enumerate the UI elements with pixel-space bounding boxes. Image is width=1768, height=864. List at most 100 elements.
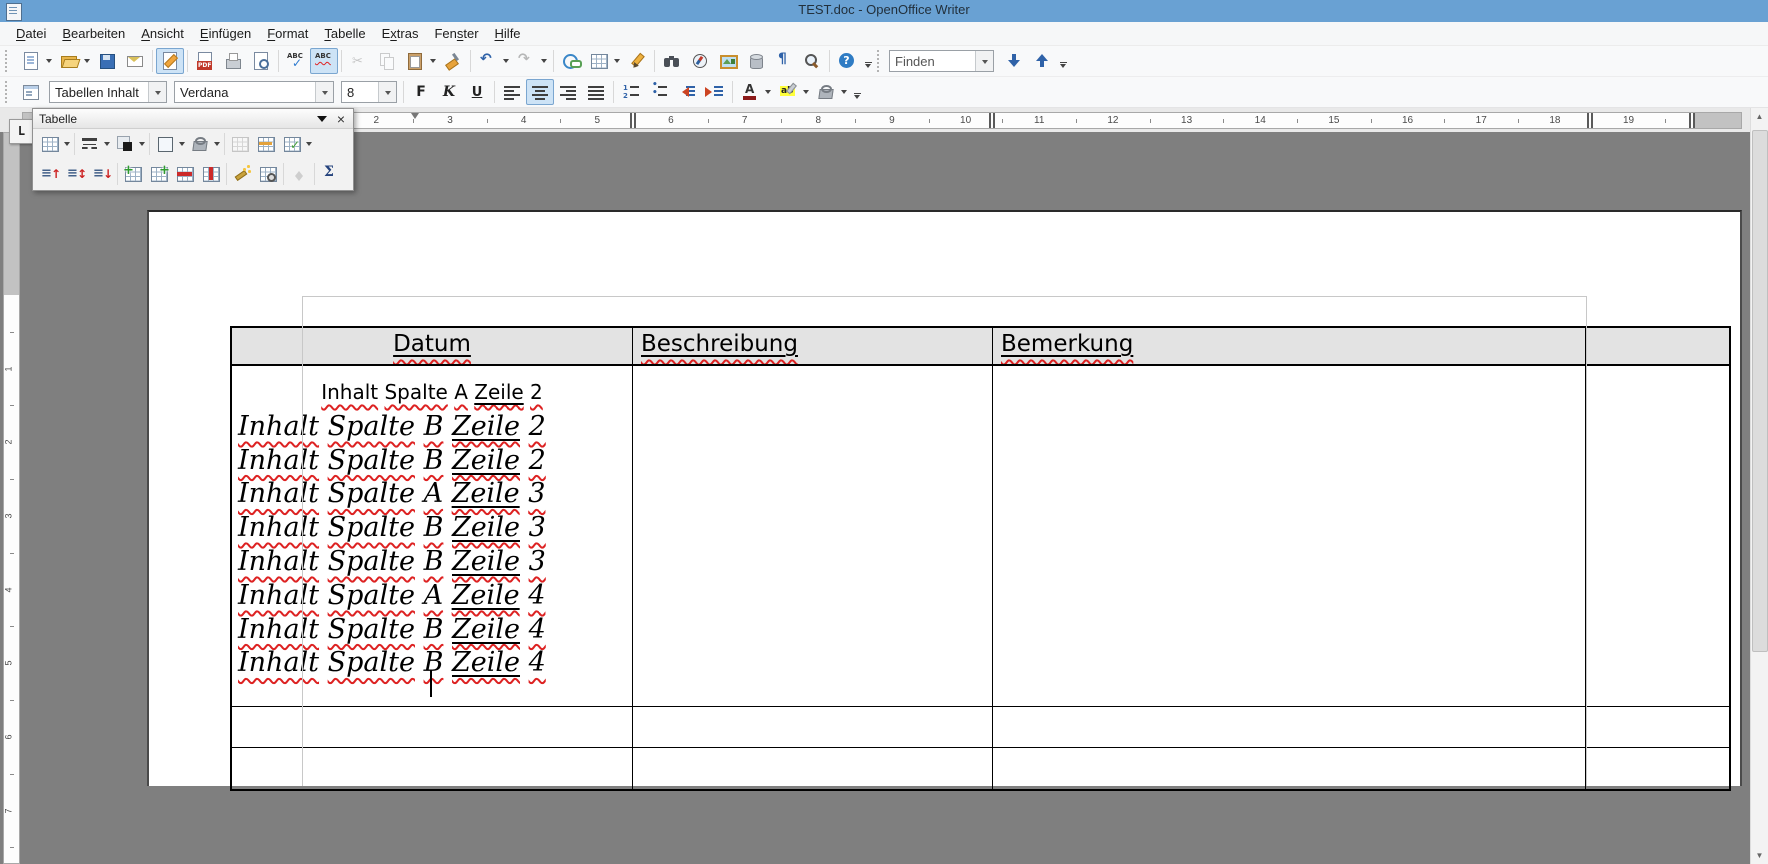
borders-dropdown[interactable] xyxy=(178,132,187,156)
menu-item-fenster[interactable]: Fenster xyxy=(426,23,486,44)
table-cell-empty[interactable] xyxy=(232,748,633,789)
align-top-button[interactable]: ≡ xyxy=(37,161,63,187)
menu-item-format[interactable]: Format xyxy=(259,23,316,44)
scroll-down-icon[interactable]: ▼ xyxy=(1751,847,1768,864)
menu-item-datei[interactable]: Datei xyxy=(8,23,54,44)
find-input[interactable]: Finden xyxy=(889,50,994,72)
table-properties-button[interactable] xyxy=(255,161,281,187)
paste-dropdown[interactable] xyxy=(429,49,439,73)
table-cell-content[interactable]: Inhalt Spalte A Zeile 2Inhalt Spalte B Z… xyxy=(232,366,633,707)
toolbar-grip[interactable] xyxy=(5,81,13,103)
bullet-list-button[interactable]: • • xyxy=(645,79,673,105)
styles-window-button[interactable] xyxy=(17,79,45,105)
decrease-indent-button[interactable] xyxy=(673,79,701,105)
align-right-button[interactable] xyxy=(554,79,582,105)
copy-button[interactable] xyxy=(373,48,401,74)
table-column-marker[interactable] xyxy=(989,113,991,128)
table-toolbar-titlebar[interactable]: Tabelle × xyxy=(33,109,353,129)
document-table[interactable]: DatumBeschreibungBemerkungInhalt Spalte … xyxy=(230,326,1731,791)
paragraph-style-dropdown[interactable] xyxy=(148,82,166,102)
draw-functions-button[interactable] xyxy=(623,48,651,74)
autoformat-button[interactable] xyxy=(229,161,255,187)
numbered-list-button[interactable]: 1 2 xyxy=(617,79,645,105)
align-bottom-button[interactable]: ≡ xyxy=(89,161,115,187)
delete-row-button[interactable] xyxy=(172,161,198,187)
menu-item-hilfe[interactable]: Hilfe xyxy=(487,23,529,44)
print-button[interactable] xyxy=(219,48,247,74)
table-column-marker[interactable] xyxy=(1689,113,1691,128)
redo-button[interactable] xyxy=(512,48,540,74)
sum-button[interactable]: Σ xyxy=(317,161,343,187)
vertical-ruler[interactable]: 1234567 xyxy=(3,132,20,864)
new-document-dropdown[interactable] xyxy=(45,49,55,73)
increase-indent-button[interactable] xyxy=(701,79,729,105)
menu-item-tabelle[interactable]: Tabelle xyxy=(316,23,373,44)
indent-marker[interactable] xyxy=(411,113,419,123)
table-cell-empty[interactable] xyxy=(1586,748,1729,789)
font-color-dropdown[interactable] xyxy=(764,80,774,104)
menu-item-bearbeiten[interactable]: Bearbeiten xyxy=(54,23,133,44)
help-button[interactable]: ? xyxy=(833,48,861,74)
auto-spellcheck-button[interactable]: ABC xyxy=(310,48,338,74)
table-dropdown[interactable] xyxy=(63,132,72,156)
table-column-marker[interactable] xyxy=(630,113,632,128)
table-background-dropdown[interactable] xyxy=(213,132,222,156)
font-size-dropdown[interactable] xyxy=(378,82,396,102)
table-cell-empty[interactable] xyxy=(1586,707,1729,748)
title-bar[interactable]: TEST.doc - OpenOffice Writer xyxy=(0,0,1768,22)
navigator-button[interactable] xyxy=(686,48,714,74)
font-color-button[interactable]: A xyxy=(736,79,764,105)
merge-cells-button[interactable] xyxy=(227,131,253,157)
highlighting-button[interactable]: ab xyxy=(774,79,802,105)
borders-button[interactable] xyxy=(152,131,178,157)
optimize-dropdown[interactable] xyxy=(305,132,314,156)
menu-item-extras[interactable]: Extras xyxy=(374,23,427,44)
formatting-marks-button[interactable]: ¶ xyxy=(770,48,798,74)
insert-table-button[interactable] xyxy=(585,48,613,74)
header-cell-beschreibung[interactable]: Beschreibung xyxy=(633,328,993,366)
menu-item-ansicht[interactable]: Ansicht xyxy=(133,23,192,44)
find-next-button[interactable] xyxy=(1000,48,1028,74)
table-cell-empty[interactable] xyxy=(1586,366,1729,707)
edit-mode-button[interactable] xyxy=(156,48,184,74)
find-toolbar-grip[interactable] xyxy=(877,50,885,72)
email-button[interactable] xyxy=(121,48,149,74)
table-cell-empty[interactable] xyxy=(993,707,1586,748)
justify-button[interactable] xyxy=(582,79,610,105)
border-color-button[interactable] xyxy=(112,131,138,157)
center-vertical-button[interactable]: ≡ xyxy=(63,161,89,187)
tab-stop-selector[interactable]: L xyxy=(9,119,34,144)
sort-button[interactable] xyxy=(286,161,312,187)
underline-button[interactable]: U xyxy=(463,79,491,105)
header-cell-bemerkung[interactable]: Bemerkung xyxy=(993,328,1586,366)
italic-button[interactable]: K xyxy=(435,79,463,105)
data-sources-button[interactable] xyxy=(742,48,770,74)
table-column-marker[interactable] xyxy=(1587,113,1589,128)
new-document-button[interactable] xyxy=(17,48,45,74)
insert-table-dropdown[interactable] xyxy=(613,49,623,73)
menu-item-einfügen[interactable]: Einfügen xyxy=(192,23,259,44)
export-pdf-button[interactable] xyxy=(191,48,219,74)
split-cells-button[interactable] xyxy=(253,131,279,157)
redo-dropdown[interactable] xyxy=(540,49,550,73)
insert-row-button[interactable] xyxy=(120,161,146,187)
paragraph-style-select[interactable]: Tabellen Inhalt xyxy=(49,81,167,103)
line-style-button[interactable] xyxy=(77,131,103,157)
hyperlink-button[interactable] xyxy=(557,48,585,74)
font-name-select[interactable]: Verdana xyxy=(174,81,334,103)
format-paintbrush-button[interactable] xyxy=(439,48,467,74)
table-button[interactable] xyxy=(37,131,63,157)
border-color-dropdown[interactable] xyxy=(138,132,147,156)
header-cell-empty[interactable] xyxy=(1586,328,1729,366)
background-color-button[interactable] xyxy=(812,79,840,105)
vertical-scrollbar[interactable]: ▲ ▼ xyxy=(1750,108,1768,864)
table-cell-empty[interactable] xyxy=(232,707,633,748)
font-size-select[interactable]: 8 xyxy=(341,81,397,103)
align-center-button[interactable] xyxy=(526,79,554,105)
close-icon[interactable]: × xyxy=(335,112,347,126)
font-name-dropdown[interactable] xyxy=(315,82,333,102)
undo-button[interactable] xyxy=(474,48,502,74)
table-background-color-button[interactable] xyxy=(187,131,213,157)
highlighting-dropdown[interactable] xyxy=(802,80,812,104)
find-dropdown[interactable] xyxy=(975,51,993,71)
